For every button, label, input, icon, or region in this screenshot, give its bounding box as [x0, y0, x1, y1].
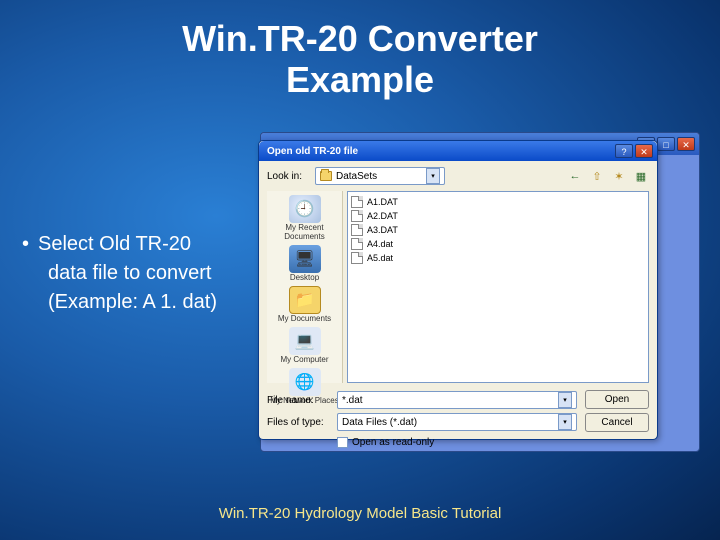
- readonly-checkbox[interactable]: [337, 437, 348, 448]
- place-mycomputer[interactable]: My Computer: [270, 325, 340, 364]
- maximize-button[interactable]: □: [657, 137, 675, 151]
- file-list[interactable]: A1.DAT A2.DAT A3.DAT A4.dat A5.dat: [347, 191, 649, 383]
- title-line1: Win.TR-20 Converter: [0, 18, 720, 59]
- chevron-down-icon[interactable]: ▾: [426, 168, 440, 184]
- bullet-line3: (Example: A 1. dat): [22, 288, 217, 317]
- file-icon: [351, 196, 363, 208]
- open-file-dialog: Open old TR-20 file ? ✕ Look in: DataSet…: [258, 140, 658, 440]
- chevron-down-icon[interactable]: ▾: [558, 392, 572, 408]
- place-mydocs[interactable]: My Documents: [270, 284, 340, 323]
- up-folder-icon[interactable]: ⇧: [589, 168, 605, 184]
- dialog-close-button[interactable]: ✕: [635, 144, 653, 158]
- filename-input[interactable]: *.dat ▾: [337, 391, 577, 409]
- dialog-title: Open old TR-20 file: [267, 146, 358, 157]
- network-icon: [289, 368, 321, 396]
- file-item[interactable]: A5.dat: [351, 251, 645, 265]
- file-item[interactable]: A4.dat: [351, 237, 645, 251]
- back-icon[interactable]: ←: [567, 168, 583, 184]
- help-button[interactable]: ?: [615, 144, 633, 158]
- file-item[interactable]: A3.DAT: [351, 223, 645, 237]
- bullet-line1: Select Old TR-20: [38, 233, 191, 255]
- desktop-icon: [289, 245, 321, 273]
- file-item[interactable]: A1.DAT: [351, 195, 645, 209]
- filetype-dropdown[interactable]: Data Files (*.dat) ▾: [337, 413, 577, 431]
- close-button[interactable]: ✕: [677, 137, 695, 151]
- readonly-label: Open as read-only: [352, 437, 434, 448]
- bullet-text: •Select Old TR-20 data file to convert (…: [22, 230, 217, 317]
- chevron-down-icon[interactable]: ▾: [558, 414, 572, 430]
- file-icon: [351, 224, 363, 236]
- views-icon[interactable]: ▦: [633, 168, 649, 184]
- filename-label: File name:: [267, 395, 331, 406]
- lookin-label: Look in:: [267, 171, 309, 182]
- file-icon: [351, 238, 363, 250]
- place-desktop[interactable]: Desktop: [270, 243, 340, 282]
- dialog-titlebar[interactable]: Open old TR-20 file ? ✕: [259, 141, 657, 161]
- cancel-button[interactable]: Cancel: [585, 413, 649, 432]
- place-recent[interactable]: My Recent Documents: [270, 193, 340, 241]
- file-icon: [351, 252, 363, 264]
- title-line2: Example: [0, 59, 720, 100]
- open-button[interactable]: Open: [585, 390, 649, 409]
- recent-icon: [289, 195, 321, 223]
- slide-footer: Win.TR-20 Hydrology Model Basic Tutorial: [0, 505, 720, 522]
- documents-icon: [289, 286, 321, 314]
- file-item[interactable]: A2.DAT: [351, 209, 645, 223]
- folder-icon: [320, 171, 332, 181]
- filetype-label: Files of type:: [267, 417, 331, 428]
- places-bar: My Recent Documents Desktop My Documents…: [267, 191, 343, 383]
- computer-icon: [289, 327, 321, 355]
- lookin-value: DataSets: [336, 171, 377, 182]
- new-folder-icon[interactable]: ✶: [611, 168, 627, 184]
- file-icon: [351, 210, 363, 222]
- lookin-dropdown[interactable]: DataSets ▾: [315, 167, 445, 185]
- slide-title: Win.TR-20 Converter Example: [0, 0, 720, 101]
- bullet-line2: data file to convert: [22, 259, 217, 288]
